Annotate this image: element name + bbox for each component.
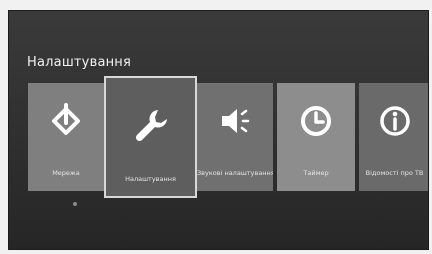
tile-label: Звукові налаштування — [197, 169, 273, 177]
tile-label: Відомості про ТВ — [365, 169, 424, 177]
tile-sound-settings[interactable]: Звукові налаштування — [197, 83, 273, 191]
settings-menu: Мережа Налаштування Звукові налаштування — [9, 11, 428, 249]
tile-settings[interactable]: Налаштування — [104, 76, 197, 198]
indicator-dot — [73, 202, 77, 206]
speaker-icon — [222, 109, 250, 133]
info-icon — [379, 106, 410, 136]
photo-frame: Налаштування Мережа Налаштування Звукові… — [0, 0, 432, 254]
tile-label: Налаштування — [125, 175, 176, 183]
tile-network[interactable]: Мережа — [28, 83, 104, 191]
clock-icon — [301, 106, 331, 136]
tile-tv-info[interactable]: Відомості про ТВ — [359, 83, 428, 191]
tv-screen: Налаштування Мережа Налаштування Звукові… — [8, 10, 429, 250]
network-icon — [52, 103, 80, 135]
tile-timer[interactable]: Таймер — [277, 83, 355, 191]
wrench-icon — [135, 110, 167, 142]
tile-label: Мережа — [52, 169, 80, 177]
tile-label: Таймер — [303, 169, 329, 177]
